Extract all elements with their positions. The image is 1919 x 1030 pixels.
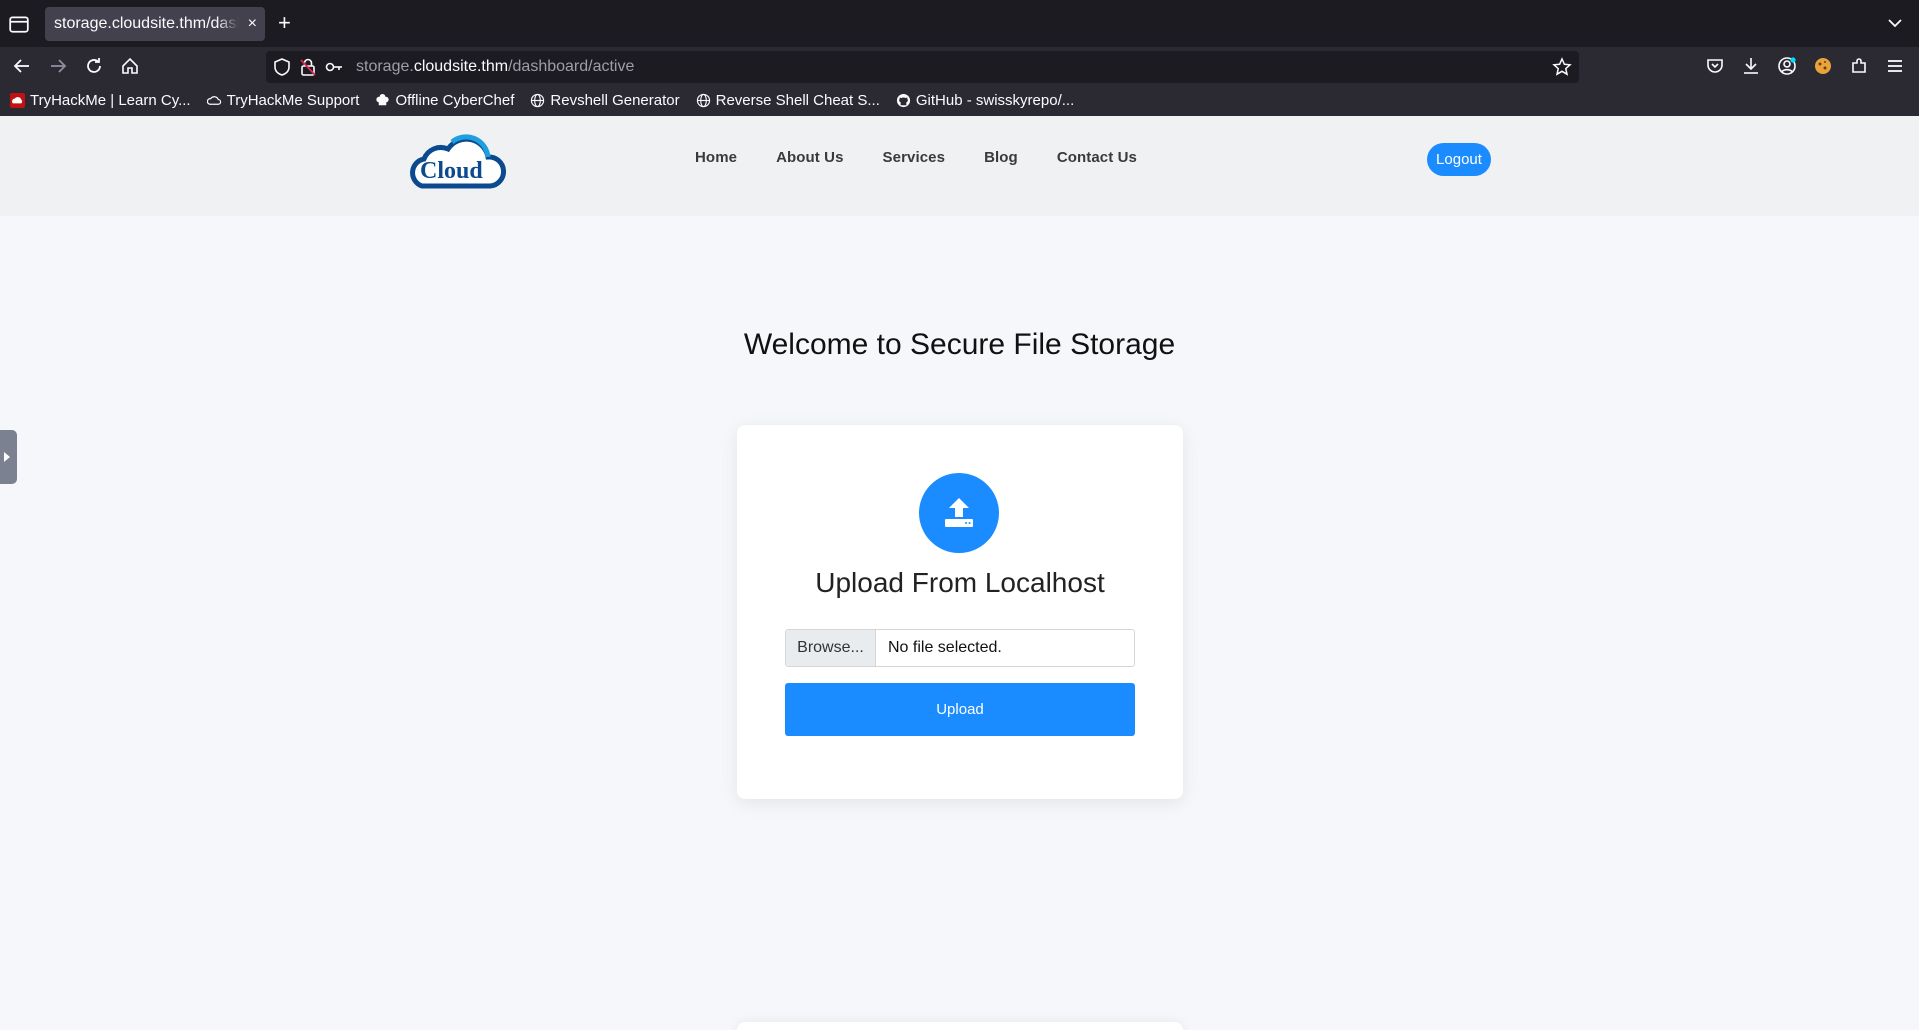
browser-tab-active[interactable]: storage.cloudsite.thm/dashboard/active × (45, 7, 265, 41)
tab-close-icon[interactable]: × (248, 15, 257, 33)
url-domain: cloudsite.thm (413, 58, 509, 75)
upload-icon (945, 498, 973, 527)
bookmarks-toolbar: TryHackMe | Learn Cy... TryHackMe Suppor… (0, 85, 1919, 116)
bookmark-label: TryHackMe | Learn Cy... (30, 92, 191, 109)
globe-icon (696, 93, 710, 108)
url-path: /dashboard/active (508, 58, 635, 75)
upload-button[interactable]: Upload (785, 683, 1135, 736)
nav-contact-us[interactable]: Contact Us (1057, 149, 1137, 166)
nav-about-us[interactable]: About Us (776, 149, 843, 166)
cloud-logo[interactable]: Cloud (408, 126, 506, 196)
main-nav: Home About Us Services Blog Contact Us (695, 149, 1137, 166)
file-status-text: No file selected. (888, 639, 1002, 656)
bookmark-label: Offline CyberChef (395, 92, 515, 109)
logout-button[interactable]: Logout (1427, 143, 1491, 176)
lock-warning-icon[interactable] (298, 57, 318, 77)
github-icon (896, 93, 910, 108)
page-title: Welcome to Secure File Storage (743, 328, 1176, 361)
site-header: Cloud Home About Us Services Blog Contac… (0, 116, 1919, 216)
url-subdomain: storage. (356, 58, 414, 75)
nav-services[interactable]: Services (883, 149, 946, 166)
url-bar[interactable]: storage.cloudsite.thm/dashboard/active (266, 51, 1579, 83)
back-arrow-icon[interactable] (12, 56, 32, 76)
logo-text: Cloud (420, 158, 483, 184)
browse-button[interactable]: Browse... (786, 630, 876, 666)
bookmark-reverse-shell-cheat[interactable]: Reverse Shell Cheat S... (696, 92, 880, 109)
upload-card-title: Upload From Localhost (815, 567, 1105, 598)
bookmark-tryhackme-support[interactable]: TryHackMe Support (206, 92, 360, 109)
nav-home[interactable]: Home (695, 149, 737, 166)
bookmark-cyberchef[interactable]: Offline CyberChef (375, 92, 514, 109)
new-tab-button[interactable]: + (278, 12, 291, 34)
upload-icon-badge (919, 473, 999, 553)
bookmark-tryhackme[interactable]: TryHackMe | Learn Cy... (10, 92, 191, 109)
hamburger-menu-icon[interactable] (1885, 56, 1905, 76)
bookmark-label: GitHub - swisskyrepo/... (915, 92, 1075, 109)
account-icon[interactable] (1777, 56, 1797, 76)
key-icon[interactable] (324, 57, 344, 77)
bookmark-label: TryHackMe Support (226, 92, 360, 109)
tab-list-icon[interactable] (8, 13, 30, 35)
chevron-down-icon[interactable] (1885, 13, 1905, 33)
star-bookmark-icon[interactable] (1552, 57, 1572, 77)
home-icon[interactable] (120, 56, 140, 76)
second-card-partial (737, 1022, 1183, 1030)
browser-nav-bar: storage.cloudsite.thm/dashboard/active (0, 47, 1919, 85)
upload-card: Upload From Localhost Browse... No file … (737, 425, 1183, 799)
forward-arrow-icon[interactable] (48, 56, 68, 76)
sidebar-toggle-handle[interactable] (0, 430, 17, 484)
chef-hat-icon (376, 93, 390, 106)
reload-icon[interactable] (84, 56, 104, 76)
bookmark-label: Reverse Shell Cheat S... (715, 92, 880, 109)
bookmark-label: Revshell Generator (550, 92, 680, 109)
globe-icon (531, 93, 545, 108)
cloud-icon (206, 96, 221, 105)
tab-title: storage.cloudsite.thm/dashboard/active (54, 15, 239, 32)
download-icon[interactable] (1741, 56, 1761, 76)
browser-tab-bar: storage.cloudsite.thm/dashboard/active ×… (0, 0, 1919, 47)
bookmark-github-swisskyrepo[interactable]: GitHub - swisskyrepo/... (896, 92, 1074, 109)
cookie-extension-icon[interactable] (1813, 56, 1833, 76)
pocket-icon[interactable] (1705, 56, 1725, 76)
tryhackme-icon (10, 93, 25, 108)
bookmark-revshell-generator[interactable]: Revshell Generator (530, 92, 680, 109)
shield-icon[interactable] (272, 57, 292, 77)
file-input[interactable]: Browse... No file selected. (785, 629, 1135, 667)
nav-blog[interactable]: Blog (984, 149, 1018, 166)
url-text[interactable]: storage.cloudsite.thm/dashboard/active (356, 58, 634, 76)
extensions-puzzle-icon[interactable] (1849, 56, 1869, 76)
